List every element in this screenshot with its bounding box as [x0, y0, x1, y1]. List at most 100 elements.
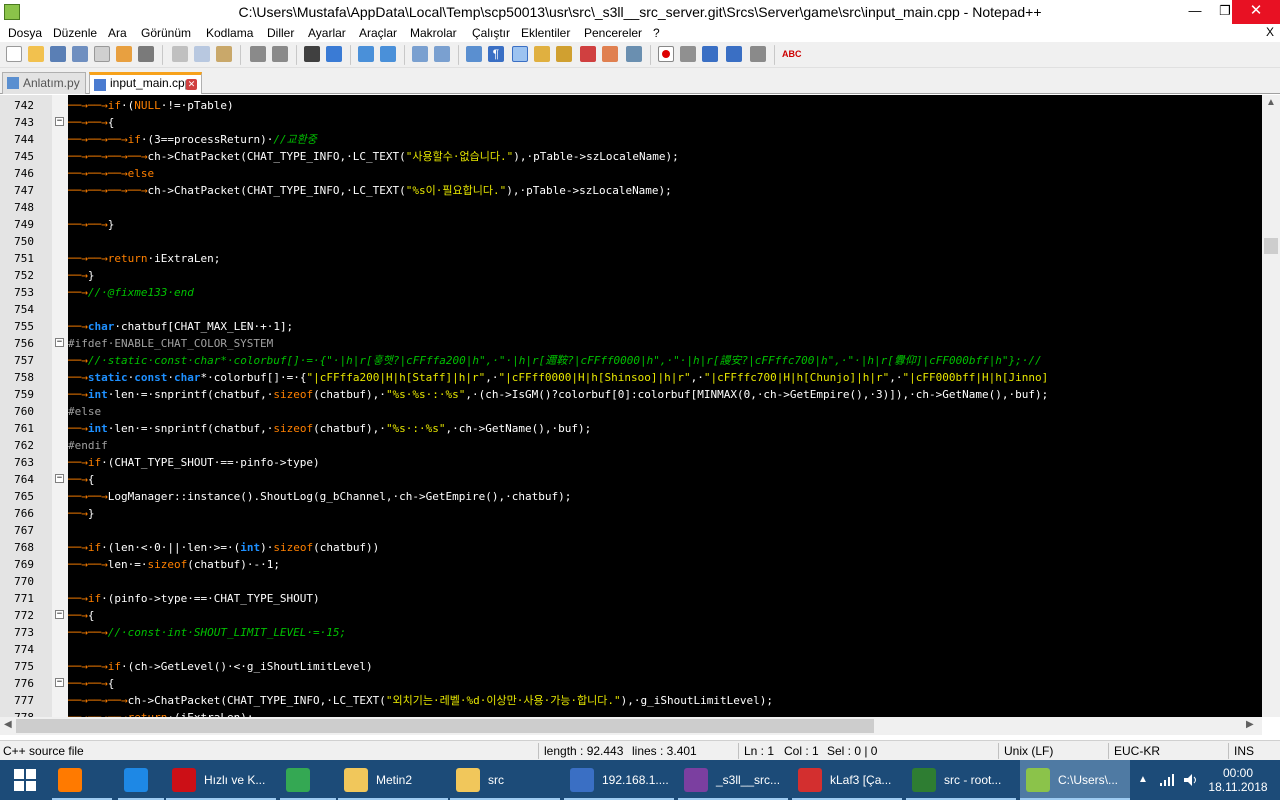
- print-icon[interactable]: [138, 46, 154, 62]
- tab-close-icon[interactable]: ✕: [186, 79, 197, 90]
- menu-diller[interactable]: Diller: [267, 25, 294, 41]
- horizontal-scrollbar[interactable]: ◀ ▶: [0, 717, 1262, 735]
- taskbar-item[interactable]: Hızlı ve K...: [166, 760, 276, 800]
- clock-date[interactable]: 18.11.2018: [1206, 780, 1270, 794]
- open-file-icon[interactable]: [28, 46, 44, 62]
- find-icon[interactable]: [304, 46, 320, 62]
- menu-pencereler[interactable]: Pencereler: [584, 25, 642, 41]
- user-defined-language-icon[interactable]: [534, 46, 550, 62]
- code-line[interactable]: 742 ──→──→if·(NULL·!=·pTable): [0, 97, 1262, 114]
- title-bar[interactable]: C:\Users\Mustafa\AppData\Local\Temp\scp5…: [0, 0, 1280, 24]
- scroll-up-icon[interactable]: ▲: [1266, 97, 1276, 108]
- menu-araclar[interactable]: Araçlar: [359, 25, 397, 41]
- zoom-in-icon[interactable]: [358, 46, 374, 62]
- new-file-icon[interactable]: [6, 46, 22, 62]
- code-line[interactable]: 776 − ──→──→{: [0, 675, 1262, 692]
- code-line[interactable]: 764 − ──→{: [0, 471, 1262, 488]
- redo-icon[interactable]: [272, 46, 288, 62]
- menu-dosya[interactable]: Dosya: [8, 25, 42, 41]
- playback-macro-icon[interactable]: [702, 46, 718, 62]
- taskbar-item[interactable]: src - root...: [906, 760, 1016, 800]
- taskbar-item[interactable]: src: [450, 760, 560, 800]
- volume-icon[interactable]: [1184, 773, 1200, 787]
- folder-as-workspace-icon[interactable]: [602, 46, 618, 62]
- sync-vertical-icon[interactable]: [412, 46, 428, 62]
- scroll-left-icon[interactable]: ◀: [4, 719, 12, 730]
- taskbar-item[interactable]: [52, 760, 112, 800]
- close-document-button[interactable]: X: [1266, 25, 1274, 39]
- vertical-scrollbar[interactable]: ▲: [1262, 95, 1280, 717]
- code-line[interactable]: 746 ──→──→──→else: [0, 165, 1262, 182]
- copy-icon[interactable]: [194, 46, 210, 62]
- fold-toggle-icon[interactable]: −: [55, 117, 64, 126]
- code-line[interactable]: 772 − ──→{: [0, 607, 1262, 624]
- close-all-icon[interactable]: [116, 46, 132, 62]
- paste-icon[interactable]: [216, 46, 232, 62]
- save-macro-icon[interactable]: [750, 46, 766, 62]
- code-line[interactable]: 767: [0, 522, 1262, 539]
- monitoring-icon[interactable]: [626, 46, 642, 62]
- vertical-scroll-thumb[interactable]: [1264, 238, 1278, 254]
- start-button[interactable]: [0, 760, 50, 800]
- code-line[interactable]: 757 ──→//·static·const·char*·colorbuf[]·=…: [0, 352, 1262, 369]
- code-line[interactable]: 756 − #ifdef·ENABLE_CHAT_COLOR_SYSTEM: [0, 335, 1262, 352]
- save-all-icon[interactable]: [72, 46, 88, 62]
- menu-eklentiler[interactable]: Eklentiler: [521, 25, 570, 41]
- cut-icon[interactable]: [172, 46, 188, 62]
- taskbar-item[interactable]: kLaf3 [Ça...: [792, 760, 902, 800]
- undo-icon[interactable]: [250, 46, 266, 62]
- document-map-icon[interactable]: [556, 46, 572, 62]
- menu-kodlama[interactable]: Kodlama: [206, 25, 253, 41]
- stop-recording-icon[interactable]: [680, 46, 696, 62]
- code-line[interactable]: 759 ──→int·len·=·snprintf(chatbuf,·sizeof…: [0, 386, 1262, 403]
- code-line[interactable]: 769 ──→──→len·=·sizeof(chatbuf)·-·1;: [0, 556, 1262, 573]
- taskbar-item[interactable]: _s3ll__src...: [678, 760, 788, 800]
- code-line[interactable]: 748: [0, 199, 1262, 216]
- code-line[interactable]: 755 ──→char·chatbuf[CHAT_MAX_LEN·+·1];: [0, 318, 1262, 335]
- taskbar-item[interactable]: [118, 760, 164, 800]
- taskbar-item[interactable]: 192.168.1....: [564, 760, 674, 800]
- taskbar-item[interactable]: [280, 760, 336, 800]
- network-icon[interactable]: [1160, 774, 1176, 786]
- fold-toggle-icon[interactable]: −: [55, 678, 64, 687]
- code-line[interactable]: 765 ──→──→LogManager::instance().ShoutLog…: [0, 488, 1262, 505]
- word-wrap-icon[interactable]: [466, 46, 482, 62]
- taskbar-item[interactable]: C:\Users\...: [1020, 760, 1130, 800]
- taskbar-item[interactable]: Metin2: [338, 760, 448, 800]
- menu-ayarlar[interactable]: Ayarlar: [308, 25, 346, 41]
- run-macro-multiple-icon[interactable]: [726, 46, 742, 62]
- replace-icon[interactable]: [326, 46, 342, 62]
- indent-guide-icon[interactable]: [512, 46, 528, 62]
- menu-ara[interactable]: Ara: [108, 25, 127, 41]
- code-line[interactable]: 753 ──→//·@fixme133·end: [0, 284, 1262, 301]
- clock-time[interactable]: 00:00: [1206, 766, 1270, 780]
- close-button[interactable]: ✕: [1232, 0, 1280, 24]
- scroll-right-icon[interactable]: ▶: [1246, 719, 1254, 730]
- code-line[interactable]: 752 ──→}: [0, 267, 1262, 284]
- code-line[interactable]: 778 ──→──→──→return·(iExtraLen);: [0, 709, 1262, 717]
- code-line[interactable]: 777 ──→──→──→ch->ChatPacket(CHAT_TYPE_INF…: [0, 692, 1262, 709]
- spell-check-icon[interactable]: ABC: [782, 46, 802, 62]
- code-line[interactable]: 774: [0, 641, 1262, 658]
- code-line[interactable]: 761 ──→int·len·=·snprintf(chatbuf,·sizeof…: [0, 420, 1262, 437]
- code-line[interactable]: 768 ──→if·(len·<·0·||·len·>=·(int)·sizeof…: [0, 539, 1262, 556]
- zoom-out-icon[interactable]: [380, 46, 396, 62]
- close-file-icon[interactable]: [94, 46, 110, 62]
- tray-overflow-icon[interactable]: ▲: [1138, 760, 1148, 800]
- horizontal-scroll-thumb[interactable]: [16, 719, 874, 733]
- fold-toggle-icon[interactable]: −: [55, 474, 64, 483]
- menu-gorunum[interactable]: Görünüm: [141, 25, 191, 41]
- code-editor[interactable]: 742 ──→──→if·(NULL·!=·pTable) 743− ──→──→{7…: [0, 95, 1262, 717]
- code-line[interactable]: 773 ──→──→//·const·int·SHOUT_LIMIT_LEVEL·…: [0, 624, 1262, 641]
- code-line[interactable]: 747 ──→──→──→──→ch->ChatPacket(CHAT_TYPE_…: [0, 182, 1262, 199]
- code-line[interactable]: 758 ──→static·const·char*·colorbuf[]·=·{"…: [0, 369, 1262, 386]
- code-line[interactable]: 771 ──→if·(pinfo->type·==·CHAT_TYPE_SHOUT…: [0, 590, 1262, 607]
- code-line[interactable]: 744 ──→──→──→if·(3==processReturn)·//교환중: [0, 131, 1262, 148]
- menu-help[interactable]: ?: [653, 25, 660, 41]
- save-icon[interactable]: [50, 46, 66, 62]
- code-line[interactable]: 743 − ──→──→{: [0, 114, 1262, 131]
- code-line[interactable]: 762 #endif: [0, 437, 1262, 454]
- fold-toggle-icon[interactable]: −: [55, 610, 64, 619]
- record-macro-icon[interactable]: [658, 46, 674, 62]
- show-all-characters-icon[interactable]: ¶: [488, 46, 504, 62]
